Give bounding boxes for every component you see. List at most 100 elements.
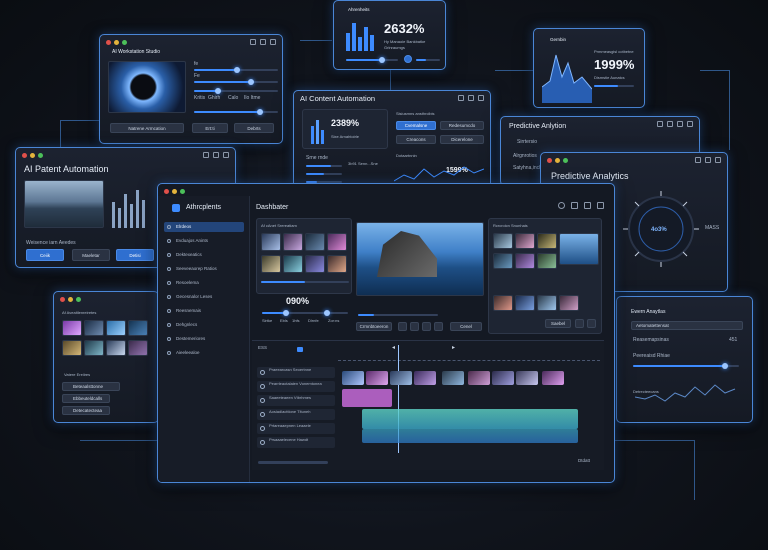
main-preview-image[interactable] — [356, 222, 484, 296]
close-dot[interactable] — [22, 153, 27, 158]
media-thumbnail[interactable] — [128, 320, 148, 336]
video-clip[interactable] — [442, 371, 464, 385]
media-thumbnail[interactable] — [515, 253, 535, 269]
setting-slider[interactable] — [194, 88, 278, 94]
preview-slider[interactable] — [262, 310, 348, 316]
media-thumbnail[interactable] — [515, 295, 535, 311]
audio-clip[interactable] — [362, 429, 578, 443]
track-row[interactable]: Praeearcasn Seoertnne — [257, 367, 335, 378]
tool-button[interactable] — [422, 322, 431, 331]
track-row[interactable]: Saaeeteaeen Vtbrhmes — [257, 395, 335, 406]
minimize-dot[interactable] — [114, 40, 119, 45]
track-row[interactable]: Pearrleaotalaien Vonemtonea — [257, 381, 335, 392]
video-clip[interactable] — [390, 371, 412, 385]
window-icon[interactable] — [715, 157, 721, 163]
maximize-dot[interactable] — [563, 158, 568, 163]
minimize-dot[interactable] — [68, 297, 73, 302]
window-icon[interactable] — [260, 39, 266, 45]
tool-button[interactable] — [587, 319, 596, 328]
patent-button[interactable]: Ceiik — [26, 249, 64, 261]
content-slider[interactable] — [306, 165, 342, 167]
track-row[interactable]: Aosiadlacttione Tltuneh — [257, 409, 335, 420]
play-button[interactable] — [404, 55, 412, 63]
scroll-bar[interactable] — [258, 461, 328, 464]
window-icon[interactable] — [584, 202, 591, 209]
window-icon[interactable] — [677, 121, 683, 127]
window-icon[interactable] — [657, 121, 663, 127]
video-clip[interactable] — [542, 371, 564, 385]
media-thumbnail[interactable] — [493, 233, 513, 249]
media-thumbnail[interactable] — [106, 340, 126, 356]
window-icon[interactable] — [558, 202, 565, 209]
window-icon[interactable] — [203, 152, 209, 158]
window-icon[interactable] — [478, 95, 484, 101]
video-clip[interactable] — [414, 371, 436, 385]
sidebar-item[interactable]: Evduajos Anints — [164, 236, 244, 246]
panel-button[interactable]: Saebel — [545, 319, 571, 328]
media-thumbnail[interactable] — [559, 233, 599, 265]
patent-button[interactable]: Maeletar — [72, 249, 110, 261]
playhead-marker[interactable] — [297, 347, 303, 352]
stat-slider[interactable] — [416, 59, 440, 61]
media-thumbnail[interactable] — [515, 233, 535, 249]
media-thumbnail[interactable] — [84, 340, 104, 356]
media-thumbnail[interactable] — [493, 253, 513, 269]
gallery-list-item[interactable]: Beteaalsttonne — [62, 382, 120, 391]
gallery-list-item[interactable]: Ebbeuteldcalls — [62, 394, 110, 403]
sidebar-item[interactable]: Gecesnalor Leses — [164, 292, 244, 302]
media-thumbnail[interactable] — [327, 255, 347, 273]
media-thumbnail[interactable] — [537, 233, 557, 249]
tool-button[interactable] — [398, 322, 407, 331]
tool-button[interactable] — [434, 322, 443, 331]
content-button[interactable]: Cvemalsne — [396, 121, 436, 130]
media-thumbnail[interactable] — [327, 233, 347, 251]
event-dropdown[interactable]: Aetomatettensat — [631, 321, 743, 330]
media-thumbnail[interactable] — [493, 295, 513, 311]
window-icon[interactable] — [213, 152, 219, 158]
media-thumbnail[interactable] — [128, 340, 148, 356]
window-icon[interactable] — [705, 157, 711, 163]
video-clip[interactable] — [492, 371, 514, 385]
automation-button[interactable]: Natrene Armcation — [110, 123, 184, 133]
media-thumbnail[interactable] — [537, 253, 557, 269]
window-icon[interactable] — [687, 121, 693, 127]
minimize-dot[interactable] — [30, 153, 35, 158]
window-icon[interactable] — [695, 157, 701, 163]
stat-slider[interactable] — [594, 85, 634, 87]
sidebar-item[interactable]: Reesnemais — [164, 306, 244, 316]
close-dot[interactable] — [106, 40, 111, 45]
audio-clip[interactable] — [362, 409, 578, 429]
media-thumbnail[interactable] — [62, 340, 82, 356]
window-icon[interactable] — [571, 202, 578, 209]
tool-button[interactable] — [575, 319, 584, 328]
media-thumbnail[interactable] — [305, 255, 325, 273]
window-icon[interactable] — [223, 152, 229, 158]
cancel-button[interactable]: Cenel — [450, 322, 482, 331]
minimize-dot[interactable] — [172, 189, 177, 194]
maximize-dot[interactable] — [180, 189, 185, 194]
track-row[interactable]: Prsaaaelecene Hawdt — [257, 437, 335, 448]
media-slider[interactable] — [261, 281, 349, 283]
sidebar-item[interactable]: Resoelema — [164, 278, 244, 288]
window-icon[interactable] — [458, 95, 464, 101]
window-icon[interactable] — [270, 39, 276, 45]
content-slider[interactable] — [306, 173, 342, 175]
preview-button[interactable]: Crmnbtoeeron — [356, 322, 392, 331]
media-thumbnail[interactable] — [261, 233, 281, 251]
content-button[interactable]: Creacons — [396, 135, 436, 144]
close-dot[interactable] — [547, 158, 552, 163]
video-clip[interactable] — [366, 371, 388, 385]
window-icon[interactable] — [250, 39, 256, 45]
sidebar-item[interactable]: Destemeriores — [164, 334, 244, 344]
media-thumbnail[interactable] — [537, 295, 557, 311]
sidebar-item[interactable]: Elrdeos — [164, 222, 244, 232]
media-thumbnail[interactable] — [283, 255, 303, 273]
details-button[interactable]: Debrts — [234, 123, 274, 133]
media-thumbnail[interactable] — [84, 320, 104, 336]
sidebar-item[interactable]: Dektexeatics — [164, 250, 244, 260]
track-row[interactable]: Prtareaaepnen Leaaele — [257, 423, 335, 434]
setting-slider[interactable] — [194, 79, 278, 85]
transport-prev-icon[interactable]: ◂ — [392, 344, 395, 351]
minimize-dot[interactable] — [555, 158, 560, 163]
window-icon[interactable] — [667, 121, 673, 127]
